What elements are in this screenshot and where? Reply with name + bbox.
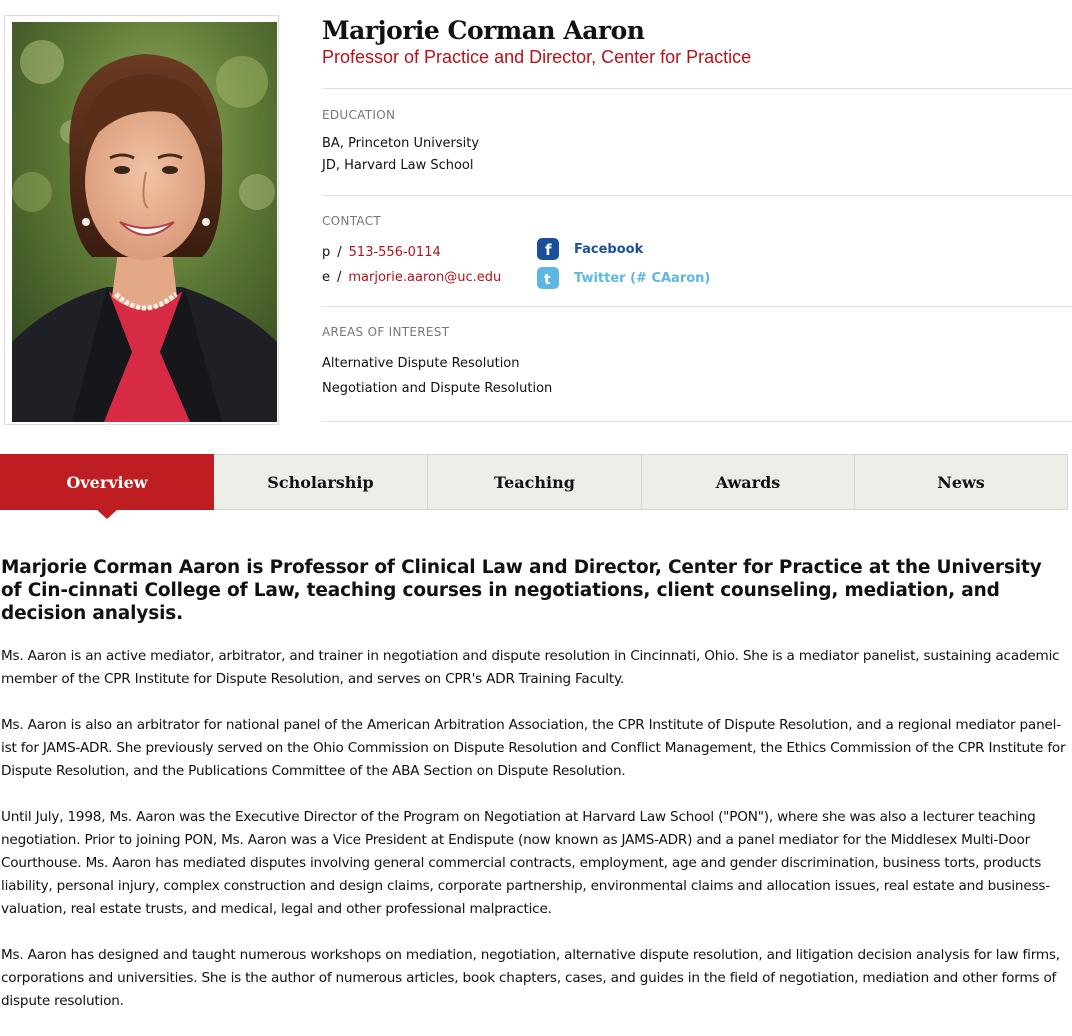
divider [322, 195, 1072, 196]
profile-photo [12, 22, 277, 422]
tab-teaching[interactable]: Teaching [428, 454, 642, 510]
education-item: JD, Harvard Law School [322, 158, 474, 173]
profile-tabs: Overview Scholarship Teaching Awards New… [0, 454, 1068, 519]
facebook-icon[interactable]: f [537, 238, 559, 260]
email-prefix: e [322, 270, 330, 285]
tab-overview[interactable]: Overview [0, 454, 214, 519]
tab-news[interactable]: News [855, 454, 1068, 510]
twitter-label[interactable]: Twitter (# CAaron) [574, 271, 710, 286]
profile-info: Marjorie Corman Aaron Professor of Pract… [322, 15, 1072, 422]
education-label: EDUCATION [322, 108, 396, 122]
tab-awards[interactable]: Awards [642, 454, 855, 510]
overview-panel: Marjorie Corman Aaron is Professor of Cl… [1, 556, 1067, 1036]
twitter-icon[interactable]: t [537, 267, 559, 289]
interests-label: AREAS OF INTEREST [322, 325, 450, 339]
divider [322, 421, 1072, 422]
phone-line: p / 513-556-0114 [322, 245, 441, 260]
interest-item: Negotiation and Dispute Resolution [322, 381, 553, 396]
tab-scholarship[interactable]: Scholarship [214, 454, 428, 510]
svg-text:t: t [544, 272, 551, 288]
email-line: e / marjorie.aaron@uc.edu [322, 270, 501, 285]
overview-paragraph: Ms. Aaron has designed and taught numero… [1, 947, 1060, 1009]
svg-text:f: f [545, 241, 552, 259]
overview-paragraph: Ms. Aaron is also an arbitrator for nati… [1, 717, 1066, 779]
profile-title: Professor of Practice and Director, Cent… [322, 47, 752, 67]
profile-photo-frame [4, 15, 279, 425]
overview-paragraph: Until July, 1998, Ms. Aaron was the Exec… [1, 809, 1050, 917]
divider [322, 88, 1072, 89]
contact-label: CONTACT [322, 214, 382, 228]
separator: / [337, 245, 342, 260]
phone-prefix: p [322, 245, 331, 260]
overview-paragraph: Ms. Aaron is an active mediator, arbitra… [1, 648, 1060, 687]
education-item: BA, Princeton University [322, 136, 480, 151]
divider [322, 306, 1072, 307]
profile-name: Marjorie Corman Aaron [322, 16, 645, 45]
overview-lead: Marjorie Corman Aaron is Professor of Cl… [1, 557, 1042, 624]
interest-item: Alternative Dispute Resolution [322, 356, 520, 371]
facebook-label[interactable]: Facebook [574, 242, 643, 257]
separator: / [337, 270, 342, 285]
email-link[interactable]: marjorie.aaron@uc.edu [348, 270, 501, 285]
facebook-link[interactable]: f Facebook [537, 238, 643, 260]
twitter-link[interactable]: t Twitter (# CAaron) [537, 267, 710, 289]
phone-link[interactable]: 513-556-0114 [349, 245, 441, 260]
